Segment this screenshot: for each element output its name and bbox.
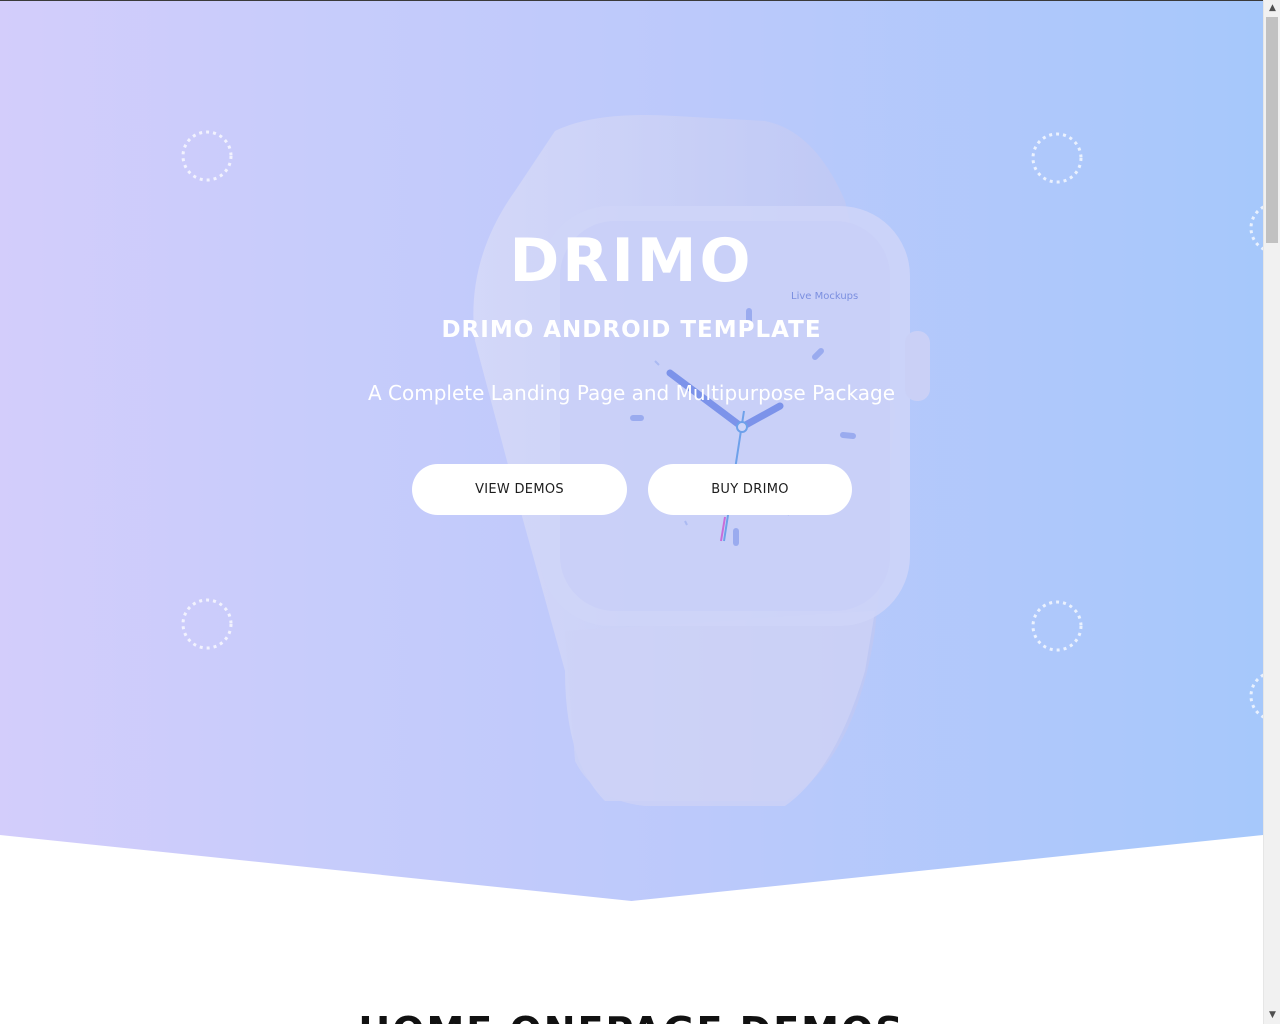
view-demos-button[interactable]: VIEW DEMOS — [412, 464, 627, 515]
hero-section: Live Mockups DRIMO DRIMO ANDROID TEMPLAT… — [0, 1, 1263, 901]
brand-title: DRIMO — [509, 226, 754, 296]
buy-drimo-button[interactable]: BUY DRIMO — [648, 464, 852, 515]
arrow-down-icon[interactable]: ▼ — [1264, 1007, 1280, 1024]
section-title: HOME ONEPAGE DEMOS — [0, 1009, 1263, 1024]
page-scrollbar[interactable]: ▲ ▼ — [1263, 0, 1280, 1024]
page-viewport: Live Mockups DRIMO DRIMO ANDROID TEMPLAT… — [0, 0, 1263, 1024]
arrow-up-icon[interactable]: ▲ — [1264, 0, 1280, 17]
hero-tagline: A Complete Landing Page and Multipurpose… — [368, 381, 895, 405]
hero-subtitle: DRIMO ANDROID TEMPLATE — [441, 317, 822, 343]
hero-content: DRIMO DRIMO ANDROID TEMPLATE A Complete … — [0, 1, 1263, 901]
scrollbar-thumb[interactable] — [1266, 17, 1278, 243]
